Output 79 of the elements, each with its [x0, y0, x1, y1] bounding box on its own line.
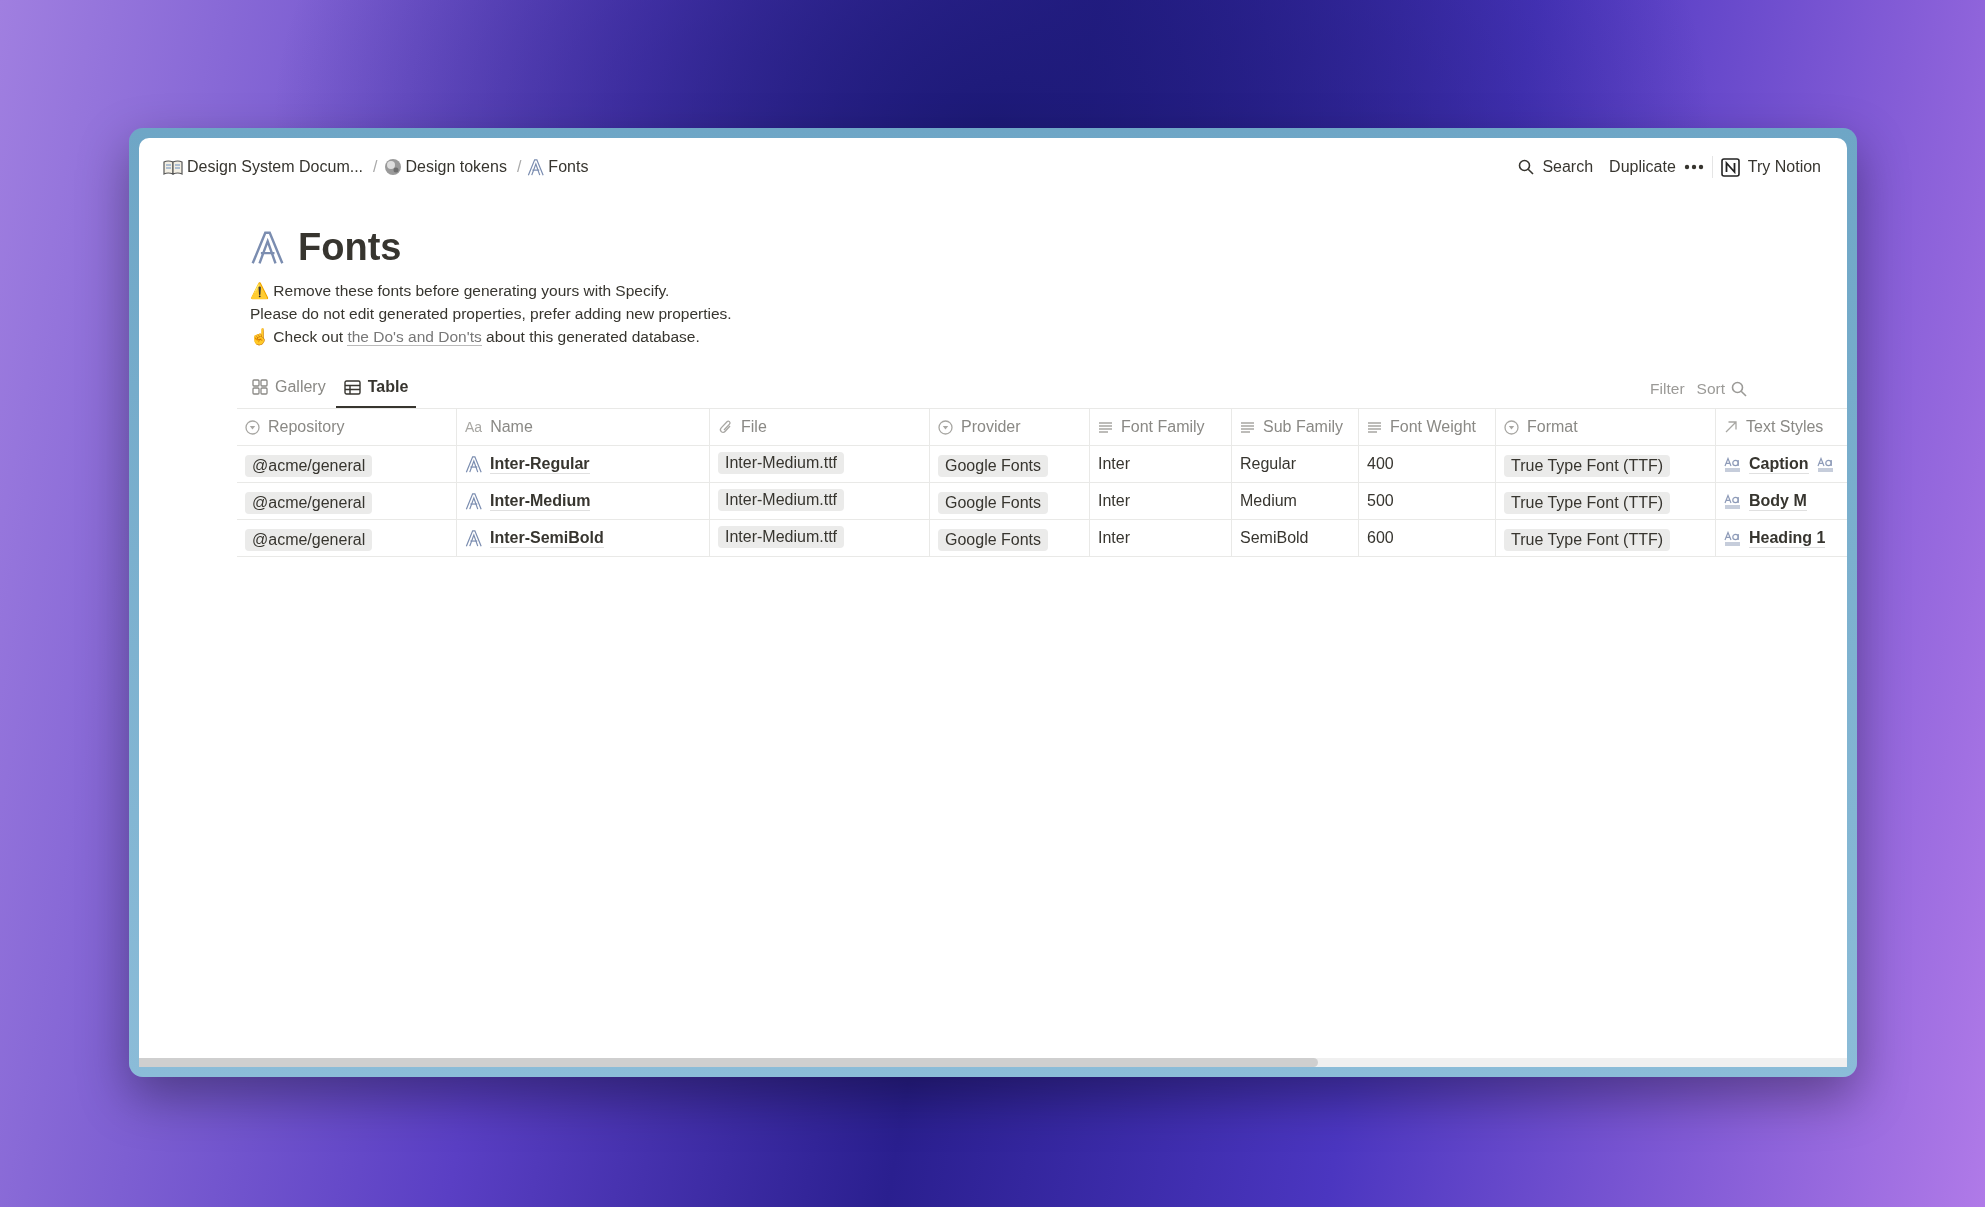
scrollbar-thumb[interactable] [139, 1058, 1318, 1067]
provider-tag: Google Fonts [938, 454, 1049, 477]
format-tag: True Type Font (TTF) [1504, 454, 1671, 477]
breadcrumb-separator: / [373, 158, 378, 176]
provider-tag: Google Fonts [938, 491, 1049, 514]
horizontal-scrollbar[interactable] [139, 1058, 1847, 1067]
table-cell: 400 [1367, 455, 1394, 473]
font-letter-icon [465, 529, 482, 547]
paperclip-icon [718, 419, 733, 435]
breadcrumb-link[interactable]: Design System Docum... [183, 155, 368, 179]
font-name-link[interactable]: Inter-Medium [490, 491, 591, 511]
search-button[interactable]: Search [1534, 154, 1602, 180]
breadcrumb-separator: / [516, 158, 522, 176]
file-chip[interactable]: Inter-Medium.ttf [718, 525, 845, 548]
breadcrumb-link[interactable]: Design tokens [401, 155, 511, 179]
dos-and-donts-link[interactable]: the Do's and Don'ts [347, 328, 482, 346]
notion-logo-icon [1720, 157, 1740, 177]
repository-tag: @acme/general [245, 528, 373, 551]
text-lines-icon [1367, 420, 1382, 434]
repository-tag: @acme/general [245, 491, 373, 514]
text-lines-icon [1240, 420, 1255, 434]
text-style-link[interactable]: Heading 1 [1749, 528, 1826, 548]
description-line: ☝ Check out the Do's and Don'ts about this generated database. [250, 327, 701, 348]
dropdown-circle-icon [245, 419, 260, 435]
globe-icon [383, 158, 402, 176]
repository-tag: @acme/general [245, 454, 373, 477]
try-notion-button[interactable]: Try Notion [1739, 154, 1829, 180]
more-dots-icon [1683, 164, 1704, 170]
diagonal-arrow-icon [1724, 420, 1738, 434]
description-line: ⚠ Remove these fonts before generating yours with Specify. [250, 281, 671, 302]
table-icon [343, 379, 361, 395]
column-header[interactable]: Provider [961, 418, 1021, 436]
text-style-icon [1724, 530, 1741, 546]
view-tab[interactable]: Table [335, 370, 417, 408]
grid-icon [252, 379, 268, 395]
column-header[interactable]: File [741, 418, 767, 436]
text-style-icon [1816, 456, 1834, 472]
text-style-link[interactable]: Body M [1749, 491, 1807, 511]
font-name-link[interactable]: Inter-Regular [490, 454, 590, 474]
provider-tag: Google Fonts [938, 528, 1049, 551]
view-tab[interactable]: Gallery [244, 370, 334, 408]
column-header[interactable]: Repository [268, 418, 345, 436]
file-chip[interactable]: Inter-Medium.ttf [718, 451, 845, 474]
text-lines-icon [1098, 420, 1113, 434]
table-cell: 500 [1367, 492, 1394, 510]
table-cell: Regular [1240, 455, 1297, 473]
table-cell: SemiBold [1240, 529, 1309, 547]
font-letter-icon [465, 492, 482, 510]
font-letter-icon [250, 230, 284, 265]
column-header[interactable]: Name [490, 418, 533, 436]
column-header[interactable]: Font Family [1121, 418, 1205, 436]
format-tag: True Type Font (TTF) [1504, 491, 1671, 514]
search-icon [1731, 381, 1747, 397]
dropdown-circle-icon [1504, 419, 1519, 435]
text-style-icon [1724, 456, 1741, 472]
search-icon [1518, 159, 1535, 175]
table-cell: Inter [1098, 492, 1130, 510]
text-style-icon [1724, 493, 1741, 509]
text-style-link[interactable]: Caption [1749, 454, 1809, 474]
description-line: Please do not edit generated properties, prefer adding new properties. [250, 304, 733, 324]
table-cell: Medium [1240, 492, 1297, 510]
font-name-link[interactable]: Inter-SemiBold [490, 528, 604, 548]
column-header[interactable]: Text Styles [1746, 418, 1824, 436]
column-header[interactable]: Font Weight [1390, 418, 1476, 436]
table-cell: Inter [1098, 455, 1130, 473]
duplicate-button[interactable]: Duplicate [1601, 154, 1684, 180]
table-cell: Inter [1098, 529, 1130, 547]
format-tag: True Type Font (TTF) [1504, 528, 1671, 551]
font-letter-icon [465, 455, 482, 473]
table-cell: 600 [1367, 529, 1394, 547]
font-letter-icon [527, 158, 545, 176]
page-title: Fonts [298, 226, 402, 269]
column-header[interactable]: Sub Family [1263, 418, 1344, 436]
dropdown-circle-icon [938, 419, 953, 435]
breadcrumb-link[interactable]: Fonts [544, 155, 593, 179]
file-chip[interactable]: Inter-Medium.ttf [718, 488, 845, 511]
text-type-icon: Aa [465, 419, 483, 435]
column-header[interactable]: Format [1527, 418, 1578, 436]
book-icon [163, 159, 183, 175]
